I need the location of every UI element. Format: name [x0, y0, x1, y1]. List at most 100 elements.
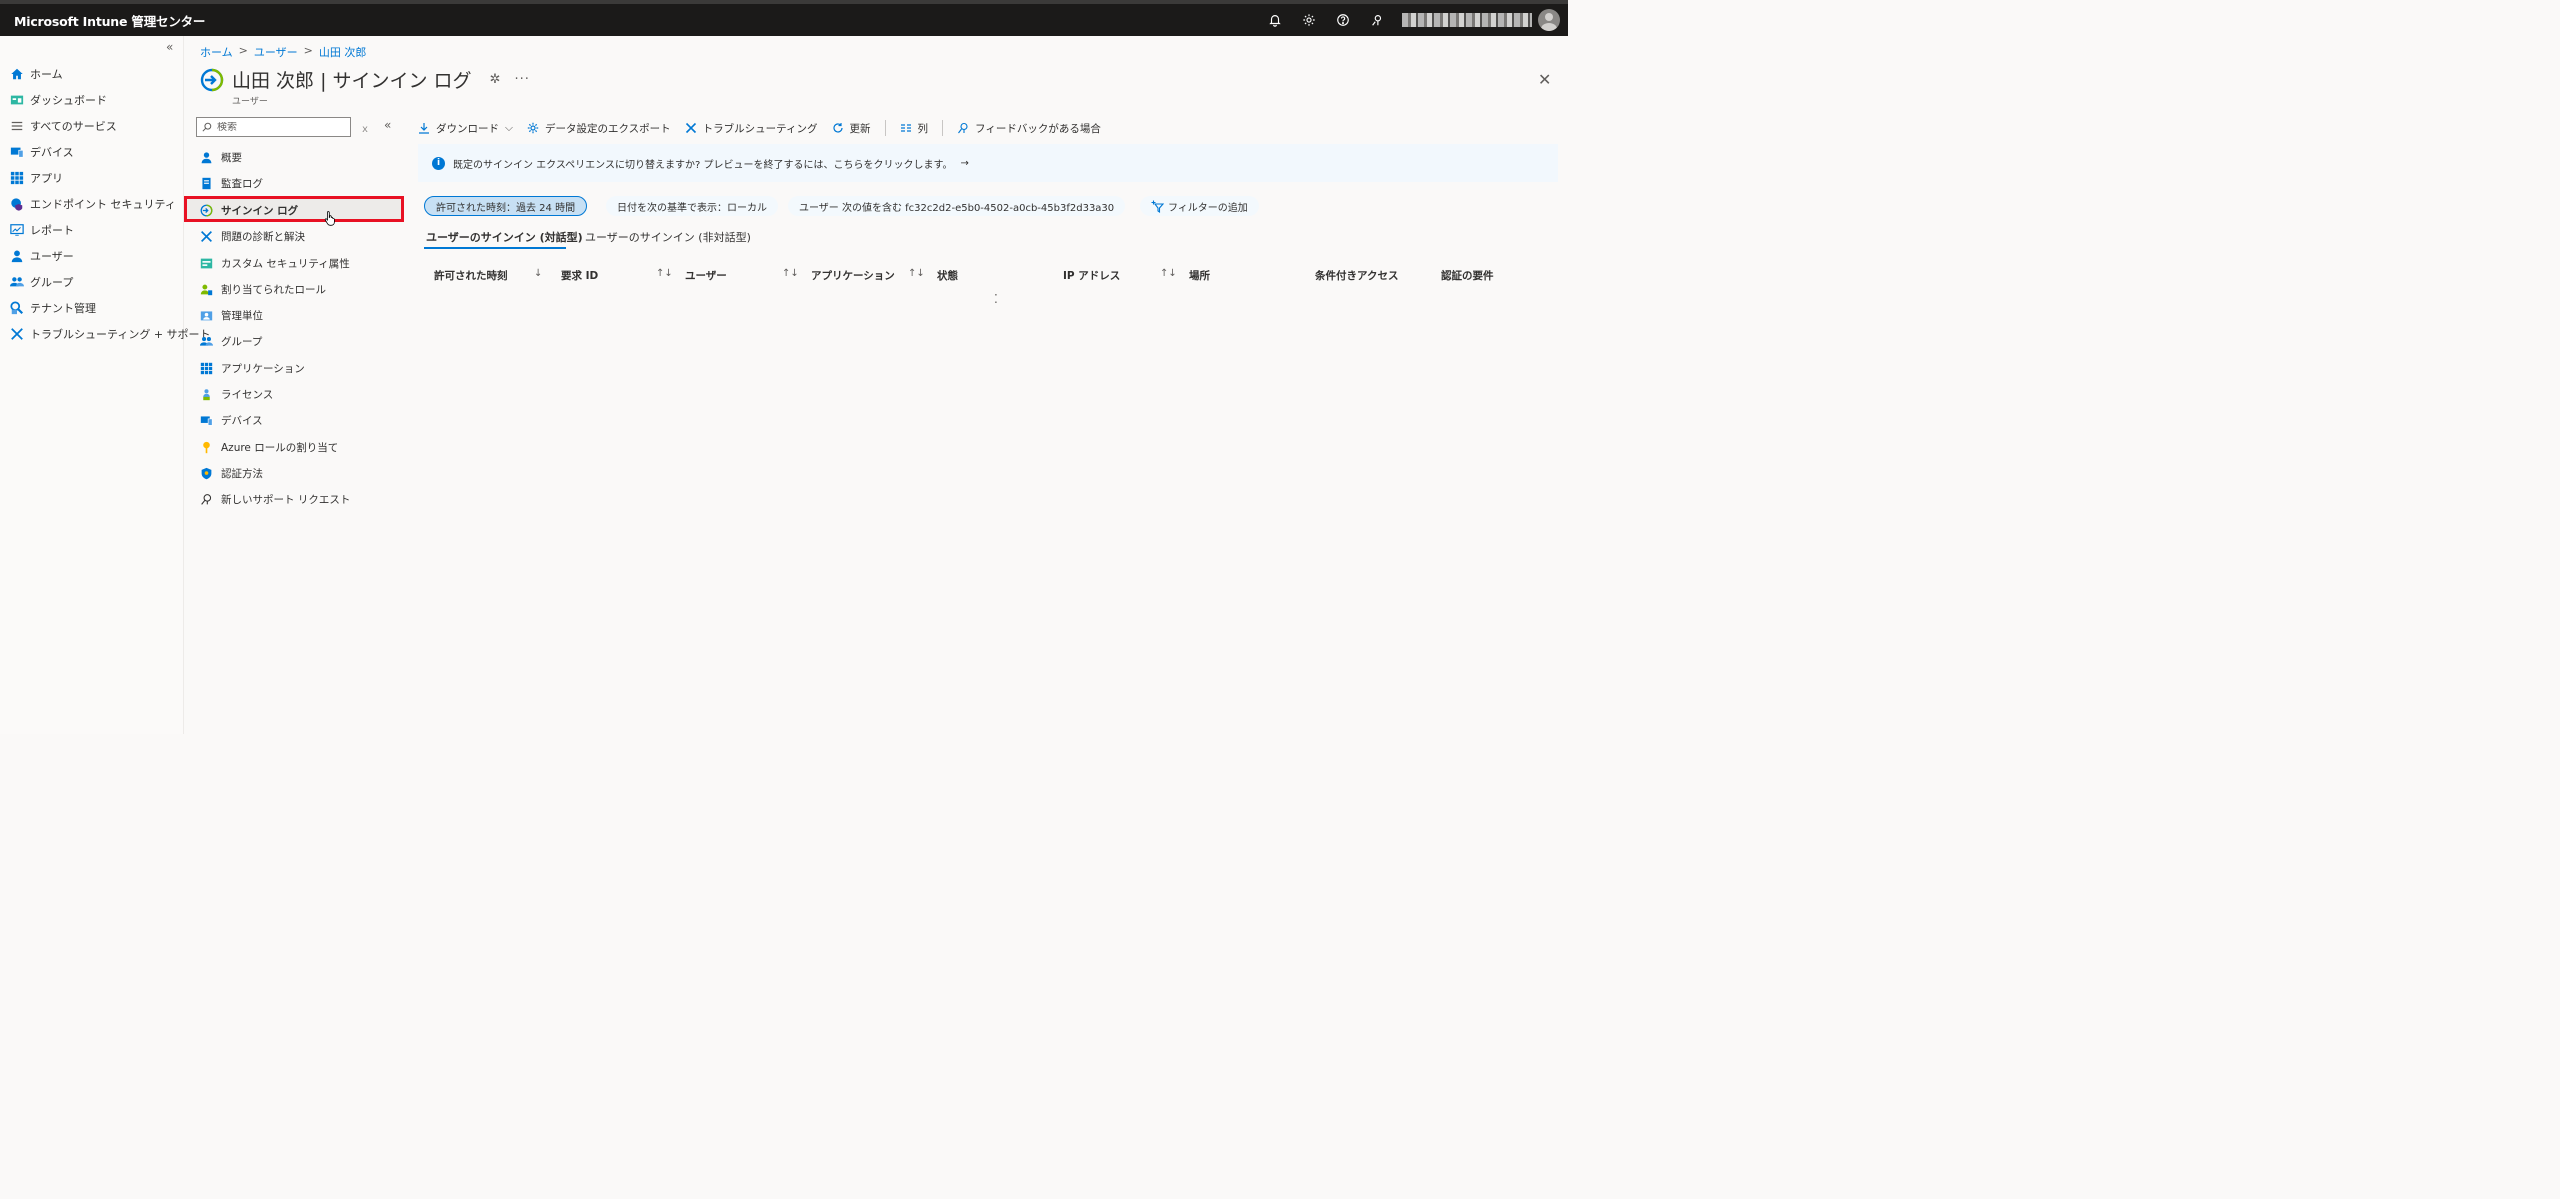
sort-desc-icon[interactable]: ↓ [534, 268, 542, 279]
collapse-menu-button[interactable]: « [384, 118, 391, 132]
menu-item-label: Azure ロールの割り当て [221, 441, 339, 454]
export-settings-button[interactable]: データ設定のエクスポート [527, 121, 671, 136]
column-header-ip-address[interactable]: IP アドレス [1063, 268, 1120, 283]
column-header-application[interactable]: アプリケーション [811, 268, 895, 283]
menu-item-groups[interactable]: グループ [200, 330, 262, 352]
feedback-icon[interactable] [1360, 4, 1394, 36]
menu-item-audit-logs[interactable]: 監査ログ [200, 172, 263, 194]
roles-icon [200, 283, 213, 296]
bell-icon[interactable] [1258, 4, 1292, 36]
nav-item-apps[interactable]: アプリ [10, 167, 63, 189]
menu-item-assigned-roles[interactable]: 割り当てられたロール [200, 278, 326, 300]
troubleshoot-button[interactable]: トラブルシューティング [685, 121, 818, 136]
breadcrumb: ホーム > ユーザー > 山田 次郎 [200, 44, 366, 60]
home-icon [10, 67, 24, 81]
gear-icon [527, 122, 539, 134]
menu-item-admin-units[interactable]: 管理単位 [200, 304, 263, 326]
apps-icon [200, 362, 213, 375]
export-settings-label: データ設定のエクスポート [544, 122, 671, 135]
column-header-location[interactable]: 場所 [1189, 268, 1210, 283]
filter-pill-time[interactable]: 許可された時刻：過去 24 時間 [424, 196, 588, 216]
nav-item-devices[interactable]: デバイス [10, 141, 74, 163]
menu-item-azure-role-assignments[interactable]: Azure ロールの割り当て [200, 436, 338, 458]
list-icon [10, 119, 24, 133]
breadcrumb-users[interactable]: ユーザー [254, 44, 298, 60]
dashboard-icon [10, 93, 24, 107]
sort-icon[interactable]: ↑↓ [656, 268, 673, 279]
pin-icon[interactable]: ✲ [490, 72, 501, 87]
active-tab-indicator [424, 247, 566, 249]
avatar[interactable] [1538, 9, 1560, 31]
menu-item-devices[interactable]: デバイス [200, 409, 263, 431]
menu-item-label: 認証方法 [221, 467, 263, 480]
column-header-date[interactable]: 許可された時刻 [434, 268, 508, 283]
nav-item-label: ホーム [30, 68, 63, 81]
tab-non-interactive-signins[interactable]: ユーザーのサインイン (非対話型) [585, 229, 751, 245]
refresh-label: 更新 [849, 122, 871, 135]
menu-item-label: グループ [221, 335, 263, 348]
page-header: 山田 次郎 | サインイン ログ ✲ ··· [200, 66, 530, 93]
nav-item-tenant-admin[interactable]: テナント管理 [10, 297, 96, 319]
group-icon [10, 275, 24, 289]
help-icon[interactable] [1326, 4, 1360, 36]
custom-attr-icon [200, 257, 213, 270]
filter-pill-user[interactable]: ユーザー 次の値を含む fc32c2d2-e5b0-4502-a0cb-45b3… [788, 196, 1126, 216]
sort-icon[interactable]: ↑↓ [782, 268, 799, 279]
menu-item-applications[interactable]: アプリケーション [200, 357, 305, 379]
breadcrumb-current-user[interactable]: 山田 次郎 [319, 44, 367, 60]
refresh-button[interactable]: 更新 [832, 121, 871, 136]
auth-method-icon [200, 467, 213, 480]
close-button[interactable]: ✕ [1538, 70, 1551, 89]
column-header-status[interactable]: 状態 [937, 268, 958, 283]
add-filter-button[interactable]: フィルターの追加 [1140, 196, 1259, 216]
tab-interactive-signins[interactable]: ユーザーのサインイン (対話型) [426, 229, 583, 245]
info-banner[interactable]: i 既定のサインイン エクスペリエンスに切り替えますか? プレビューを終了するに… [418, 144, 1558, 182]
columns-button[interactable]: 列 [900, 121, 928, 136]
menu-search-input[interactable] [217, 121, 337, 133]
nav-item-home[interactable]: ホーム [10, 63, 63, 85]
menu-item-diagnose[interactable]: 問題の診断と解決 [200, 225, 305, 247]
download-label: ダウンロード [436, 122, 499, 135]
sort-icon[interactable]: ↑↓ [1160, 268, 1177, 279]
top-bar: Microsoft Intune 管理センター [0, 0, 1568, 36]
menu-item-signin-logs[interactable]: サインイン ログ [200, 199, 298, 221]
nav-item-reports[interactable]: レポート [10, 219, 74, 241]
gear-icon[interactable] [1292, 4, 1326, 36]
more-options-button[interactable]: ··· [514, 72, 529, 87]
app-title[interactable]: Microsoft Intune 管理センター [0, 11, 205, 30]
nav-item-troubleshooting[interactable]: トラブルシューティング + サポート [10, 323, 211, 345]
group-icon [200, 335, 213, 348]
menu-item-overview[interactable]: 概要 [200, 146, 242, 168]
menu-item-licenses[interactable]: ライセンス [200, 383, 273, 405]
loading-indicator: ⁚ [994, 292, 998, 306]
menu-item-custom-security-attributes[interactable]: カスタム セキュリティ属性 [200, 252, 350, 274]
account-name-redacted[interactable] [1402, 13, 1532, 27]
download-icon [419, 123, 429, 134]
menu-item-new-support-request[interactable]: 新しいサポート リクエスト [200, 488, 350, 510]
support-icon [200, 493, 213, 506]
menu-search-box[interactable] [196, 117, 351, 137]
top-bar-icons [1258, 4, 1568, 36]
nav-item-dashboard[interactable]: ダッシュボード [10, 89, 107, 111]
menu-item-auth-methods[interactable]: 認証方法 [200, 462, 263, 484]
sort-icon[interactable]: ↑↓ [908, 268, 925, 279]
command-bar: ダウンロード ⌵ データ設定のエクスポート トラブルシューティング 更新 列 フ… [418, 118, 1115, 138]
nav-item-endpoint-security[interactable]: エンドポイント セキュリティ [10, 193, 176, 215]
collapse-nav-button[interactable]: « [166, 40, 173, 54]
nav-item-all-services[interactable]: すべてのサービス [10, 115, 117, 137]
clear-search-button[interactable]: ｘ [360, 120, 370, 135]
column-header-conditional-access[interactable]: 条件付きアクセス [1315, 268, 1398, 283]
feedback-button[interactable]: フィードバックがある場合 [957, 121, 1101, 136]
column-header-request-id[interactable]: 要求 ID [561, 268, 598, 283]
column-header-auth-requirement[interactable]: 認証の要件 [1441, 268, 1494, 283]
nav-item-groups[interactable]: グループ [10, 271, 73, 293]
nav-item-label: テナント管理 [30, 302, 96, 315]
nav-item-label: トラブルシューティング + サポート [30, 328, 211, 341]
signin-log-icon [200, 68, 224, 91]
filter-pill-date-display[interactable]: 日付を次の基準で表示：ローカル [606, 196, 778, 216]
download-button[interactable]: ダウンロード ⌵ [418, 121, 513, 136]
nav-item-users[interactable]: ユーザー [10, 245, 74, 267]
page-title: 山田 次郎 | サインイン ログ [232, 70, 472, 92]
breadcrumb-home[interactable]: ホーム [200, 44, 233, 60]
column-header-user[interactable]: ユーザー [685, 268, 727, 283]
